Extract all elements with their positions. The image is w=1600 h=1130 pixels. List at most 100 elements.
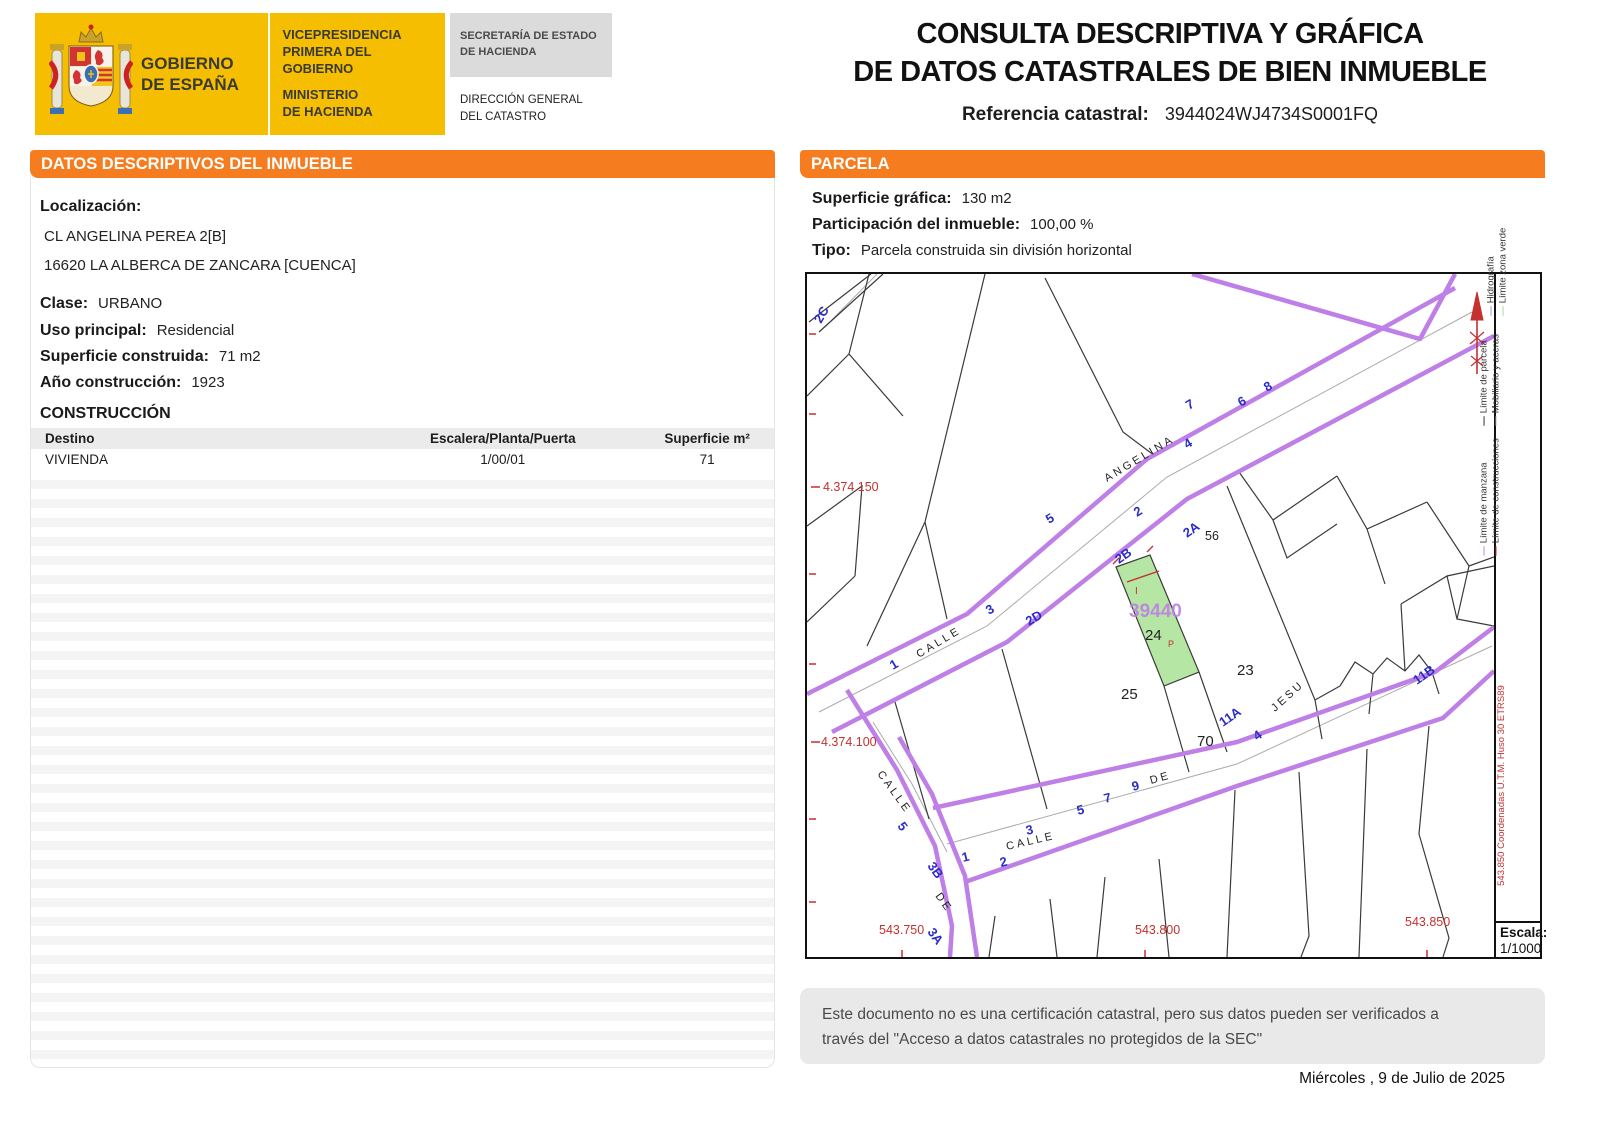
document-date: Miércoles , 9 de Julio de 2025: [1299, 1070, 1505, 1087]
legend-limite-construcciones: Límite de construcciones: [1490, 438, 1502, 544]
field-clase: Clase: URBANO: [40, 295, 162, 313]
construccion-table: Destino Escalera/Planta/Puerta Superfici…: [31, 428, 774, 470]
localizacion-label: Localización:: [40, 198, 142, 215]
hn-s7: 7: [1102, 790, 1113, 806]
superficie-construida-value: 71 m2: [218, 348, 261, 365]
parcel-70: 70: [1197, 733, 1214, 750]
cadastral-map-svg: 4.374.150 4.374.100 543.750 543.800 543.…: [805, 271, 1496, 958]
scale-value: 1/1000: [1500, 941, 1542, 957]
legend-limite-parcela: Límite de parcela: [1478, 340, 1490, 414]
map-drawing-area: 4.374.150 4.374.100 543.750 543.800 543.…: [805, 271, 1496, 958]
ministerio-line2: DE HACIENDA: [282, 103, 373, 119]
document-title-line2: DE DATOS CATASTRALES DE BIEN INMUEBLE: [853, 55, 1487, 88]
secretaria-line1: SECRETARÍA DE ESTADO: [460, 30, 597, 43]
address-line1: CL ANGELINA PEREA 2[B]: [44, 228, 227, 245]
hn-2: 2: [1131, 503, 1145, 520]
secretaria-line2: DE HACIENDA: [460, 46, 537, 58]
mark-I: I: [1135, 586, 1138, 597]
limite-construcciones-swatch: —: [1490, 546, 1502, 556]
cadastral-reference: Referencia catastral: 3944024WJ4734S0001F…: [830, 104, 1510, 126]
map-sidewalk-lines: [818, 273, 1493, 853]
right-section-header: PARCELA: [800, 150, 1545, 178]
map-legend-sidebar: —Hidrografía —Límite zona verde —Límite …: [1478, 228, 1547, 957]
legend-limite-manzana: Límite de manzana: [1478, 462, 1490, 544]
hn-4: 4: [1181, 435, 1196, 452]
vicepresidencia-line2: PRIMERA DEL GOBIERNO: [282, 44, 372, 77]
field-uso-principal: Uso principal: Residencial: [40, 322, 234, 340]
hn-11B: 11B: [1410, 662, 1438, 688]
field-superficie-grafica: Superficie gráfica: 130 m2: [812, 190, 1012, 208]
uso-principal-value: Residencial: [156, 322, 235, 339]
hn-3A: 3A: [925, 925, 947, 948]
legend-hidrografia: Hidrografía: [1485, 256, 1497, 304]
coord-x-left: 543.750: [879, 923, 924, 937]
government-name-line2: DE ESPAÑA: [141, 75, 239, 94]
cell-destino: VIVIENDA: [45, 452, 109, 467]
col-destino: Destino: [45, 431, 95, 446]
construccion-title: CONSTRUCCIÓN: [40, 405, 171, 422]
address-line2: 16620 LA ALBERCA DE ZANCARA [CUENCA]: [44, 257, 356, 274]
direccion-line1: DIRECCIÓN GENERAL: [460, 94, 583, 106]
hidrografia-swatch: —: [1485, 306, 1497, 316]
coord-x-right: 543.850: [1405, 915, 1450, 929]
clase-value: URBANO: [98, 295, 163, 312]
legend-group-parcela: —Límite de parcela —Mobiliario y aceras: [1478, 334, 1502, 426]
cadastral-reference-label: Referencia catastral:: [961, 104, 1149, 125]
cell-escalera-planta-puerta: 1/00/01: [480, 452, 526, 467]
ano-construccion-label: Año construcción:: [40, 374, 182, 391]
band-divider: [268, 13, 271, 135]
hn-7: 7: [1183, 396, 1197, 413]
street-de-west: DE: [933, 891, 955, 915]
participacion-label: Participación del inmueble:: [812, 216, 1021, 233]
hn-2A: 2A: [1180, 518, 1203, 540]
government-name-line1: GOBIERNO: [141, 53, 234, 73]
field-ano-construccion: Año construcción: 1923: [40, 374, 225, 392]
disclaimer-line1: Este documento no es una certificación c…: [822, 1006, 1439, 1023]
left-section-header: DATOS DESCRIPTIVOS DEL INMUEBLE: [30, 150, 775, 178]
spain-coat-of-arms-icon: [49, 24, 133, 114]
superficie-grafica-label: Superficie gráfica:: [812, 190, 952, 207]
legend-utm-note: 543.850 Coordenadas U.T.M. Huso 30 ETRS8…: [1496, 685, 1508, 886]
legend-zona-verde: Límite zona verde: [1497, 227, 1509, 304]
document-title-line1: CONSULTA DESCRIPTIVA Y GRÁFICA: [916, 18, 1424, 50]
tipo-label: Tipo:: [812, 242, 851, 259]
street-de-south: DE: [1149, 769, 1173, 786]
document-title: CONSULTA DESCRIPTIVA Y GRÁFICA DE DATOS …: [830, 16, 1510, 91]
street-jesus: JESU: [1269, 678, 1307, 714]
ministry-names: VICEPRESIDENCIA PRIMERA DEL GOBIERNO MIN…: [282, 18, 445, 129]
parcel-ref-39440: 39440: [1129, 601, 1182, 622]
cadastral-reference-value: 3944024WJ4734S0001FQ: [1164, 104, 1379, 124]
legend-mobiliario: Mobiliario y aceras: [1490, 334, 1502, 414]
hn-s9: 9: [1130, 778, 1141, 794]
uso-principal-label: Uso principal:: [40, 322, 147, 339]
empty-table-stripes: [31, 470, 774, 1066]
ano-construccion-value: 1923: [191, 374, 225, 391]
map-house-numbers-south: 1 2 3 5 7 9 11A 11B 4 5 3B 3A: [895, 662, 1438, 948]
legend-group-hidro: —Hidrografía —Límite zona verde: [1485, 228, 1509, 316]
tipo-value: Parcela construida sin división horizont…: [860, 242, 1132, 259]
zona-verde-swatch: —: [1497, 306, 1509, 316]
hn-w5: 5: [895, 819, 911, 834]
street-angelina: ANGELINA: [1102, 433, 1176, 484]
table-row: VIVIENDA 1/00/01 71: [31, 449, 774, 470]
construccion-table-header: Destino Escalera/Planta/Puerta Superfici…: [31, 428, 774, 449]
cadastral-map: 4.374.150 4.374.100 543.750 543.800 543.…: [805, 228, 1547, 959]
direccion-line2: DEL CATASTRO: [460, 110, 547, 123]
hn-5: 5: [1043, 510, 1057, 527]
left-section-title: DATOS DESCRIPTIVOS DEL INMUEBLE: [41, 155, 353, 173]
superficie-grafica-value: 130 m2: [961, 190, 1012, 207]
hn-3: 3: [983, 601, 997, 618]
right-section-title: PARCELA: [811, 155, 890, 173]
coord-y-top: 4.374.150: [823, 480, 879, 494]
field-tipo: Tipo: Parcela construida sin división ho…: [812, 242, 1132, 260]
mark-P: P: [1168, 639, 1174, 649]
limite-manzana-swatch: —: [1478, 546, 1490, 556]
government-logo-band: GOBIERNO DE ESPAÑA VICEPRESIDENCIA PRIME…: [35, 13, 445, 135]
hn-s5: 5: [1075, 802, 1086, 818]
parcel-23: 23: [1237, 662, 1254, 679]
government-name: GOBIERNO DE ESPAÑA: [141, 53, 262, 96]
field-superficie-construida: Superficie construida: 71 m2: [40, 348, 261, 366]
coord-y-bottom: 4.374.100: [821, 735, 877, 749]
participacion-value: 100,00 %: [1030, 216, 1094, 233]
coord-x-mid: 543.800: [1135, 923, 1180, 937]
